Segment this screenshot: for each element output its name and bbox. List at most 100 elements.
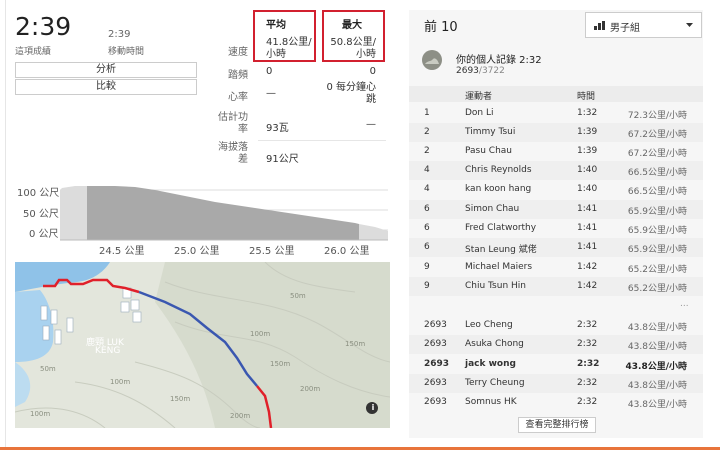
athlete-name[interactable]: Somnus HK [465, 397, 517, 407]
athlete-name[interactable]: Timmy Tsui [465, 127, 515, 137]
time-cell: 1:40 [577, 184, 598, 194]
speed-cell: 67.2公里/小時 [627, 149, 687, 159]
table-row[interactable]: 4 Chris Reynolds 1:40 66.5公里/小時 [409, 161, 703, 180]
chevron-down-icon [686, 23, 693, 27]
moving-label: 移動時間 [108, 47, 145, 57]
elev-ylabel-50: 50 公尺 [23, 209, 59, 220]
table-row[interactable]: 9 Chiu Tsun Hin 1:42 65.2公里/小時 [409, 277, 703, 296]
time-cell: 2:32 [577, 397, 598, 407]
time-cell: 1:41 [577, 242, 598, 252]
table-row[interactable]: 6 Stan Leung 斌佬 1:41 65.9公里/小時 [409, 238, 703, 257]
athlete-name[interactable]: jack wong [465, 359, 516, 369]
stat-max-power: — [366, 119, 376, 130]
athlete-name[interactable]: Don Li [465, 108, 494, 118]
time-cell: 1:40 [577, 165, 598, 175]
athlete-name[interactable]: Fred Clatworthy [465, 223, 536, 233]
stat-label-speed: 速度 [228, 47, 248, 58]
gender-filter-dropdown[interactable]: 男子組 [585, 12, 702, 38]
athlete-name[interactable]: kan koon hang [465, 184, 531, 194]
speed-cell: 65.9公里/小時 [627, 226, 687, 236]
table-row[interactable]: 2693 Leo Cheng 2:32 43.8公里/小時 [409, 316, 703, 335]
speed-cell: 65.2公里/小時 [627, 265, 687, 275]
speed-cell: 66.5公里/小時 [627, 187, 687, 197]
stat-max-speed: 50.8公里/小時 [330, 37, 376, 60]
athlete-name[interactable]: Chris Reynolds [465, 165, 532, 175]
athlete-name[interactable]: Chiu Tsun Hin [465, 281, 526, 291]
speed-cell: 43.8公里/小時 [625, 362, 688, 372]
table-row[interactable]: 9 Michael Maiers 1:42 65.2公里/小時 [409, 258, 703, 277]
view-full-leaderboard-button[interactable]: 查看完整排行榜 [518, 417, 596, 433]
table-row[interactable]: 2693 Terry Cheung 2:32 43.8公里/小時 [409, 374, 703, 393]
elev-xlabel-1: 24.5 公里 [99, 246, 145, 257]
athlete-name[interactable]: Pasu Chau [465, 146, 512, 156]
col-time-header: 時間 [577, 92, 596, 102]
speed-cell: 43.8公里/小時 [627, 323, 687, 333]
pr-rank: 2693/3722 [456, 66, 505, 76]
map-contour-label: 200m [230, 412, 251, 420]
left-border [0, 0, 6, 450]
map-place-label-2: KENG [95, 346, 121, 356]
elapsed-time: 2:39 [15, 12, 72, 41]
moving-time: 2:39 [108, 29, 131, 40]
time-cell: 2:32 [577, 339, 598, 349]
bar-chart-icon [594, 21, 605, 30]
table-row[interactable]: 2693 Asuka Chong 2:32 43.8公里/小時 [409, 335, 703, 354]
time-cell: 1:42 [577, 281, 598, 291]
time-cell: 2:32 [577, 359, 600, 369]
route-map[interactable] [15, 262, 390, 428]
pr-total: /3722 [478, 66, 505, 76]
table-row[interactable]: 1 Don Li 1:32 72.3公里/小時 [409, 104, 703, 123]
leaderboard-header-row: 運動者 時間 [409, 86, 703, 102]
elev-xlabel-3: 25.5 公里 [249, 246, 295, 257]
table-row[interactable]: 2 Timmy Tsui 1:39 67.2公里/小時 [409, 123, 703, 142]
avatar[interactable] [422, 50, 442, 70]
speed-cell: 65.9公里/小時 [627, 207, 687, 217]
speed-cell: 72.3公里/小時 [627, 111, 687, 121]
table-row[interactable]: 4 kan koon hang 1:40 66.5公里/小時 [409, 180, 703, 199]
stat-max-heartrate: 0 每分鐘心跳 [326, 82, 376, 105]
athlete-name[interactable]: Asuka Chong [465, 339, 524, 349]
time-cell: 1:41 [577, 223, 598, 233]
speed-cell: 65.2公里/小時 [627, 284, 687, 294]
athlete-name[interactable]: Stan Leung 斌佬 [465, 242, 537, 255]
stat-label-power: 估計功率 [218, 112, 248, 135]
map-contour-label: 50m [40, 365, 56, 373]
analysis-button[interactable]: 分析 [15, 62, 197, 78]
compare-button[interactable]: 比較 [15, 79, 197, 95]
map-contour-label: 100m [250, 330, 271, 338]
elev-ylabel-0: 0 公尺 [29, 229, 59, 240]
stat-avg-power: 93瓦 [266, 123, 289, 134]
max-header: 最大 [342, 20, 362, 31]
map-contour-label: 200m [300, 385, 321, 393]
elev-xlabel-4: 26.0 公里 [324, 246, 370, 257]
athlete-name[interactable]: Simon Chau [465, 204, 519, 214]
athlete-name[interactable]: Michael Maiers [465, 262, 532, 272]
stat-avg-elevation: 91公尺 [266, 154, 299, 165]
map-contour-label: 150m [170, 395, 191, 403]
rank-cell: 2693 [424, 339, 447, 349]
map-contour-label: 100m [30, 410, 51, 418]
athlete-name[interactable]: Leo Cheng [465, 320, 513, 330]
speed-cell: 43.8公里/小時 [627, 381, 687, 391]
table-row[interactable]: 6 Fred Clatworthy 1:41 65.9公里/小時 [409, 219, 703, 238]
time-cell: 1:39 [577, 127, 598, 137]
map-info-icon[interactable]: i [370, 403, 376, 412]
elapsed-label: 這項成績 [15, 47, 52, 57]
stat-label-heartrate: 心率 [228, 92, 248, 103]
table-row[interactable]: 2 Pasu Chau 1:39 67.2公里/小時 [409, 142, 703, 161]
leaderboard-ellipsis: ... [680, 299, 689, 309]
speed-cell: 66.5公里/小時 [627, 168, 687, 178]
pr-rank-value: 2693 [456, 66, 479, 76]
table-row[interactable]: 6 Simon Chau 1:41 65.9公里/小時 [409, 200, 703, 219]
stat-avg-speed: 41.8公里/小時 [266, 37, 312, 60]
speed-cell: 43.8公里/小時 [627, 400, 687, 410]
table-row[interactable]: 2693 Somnus HK 2:32 43.8公里/小時 [409, 393, 703, 412]
speed-cell: 65.9公里/小時 [627, 245, 687, 255]
athlete-name[interactable]: Terry Cheung [465, 378, 525, 388]
col-athlete-header: 運動者 [465, 92, 493, 102]
time-cell: 1:42 [577, 262, 598, 272]
rank-cell: 6 [424, 204, 430, 214]
table-row-current-user[interactable]: 2693 jack wong 2:32 43.8公里/小時 [409, 355, 703, 374]
leaderboard-title: 前 10 [424, 20, 458, 35]
rank-cell: 2693 [424, 397, 447, 407]
